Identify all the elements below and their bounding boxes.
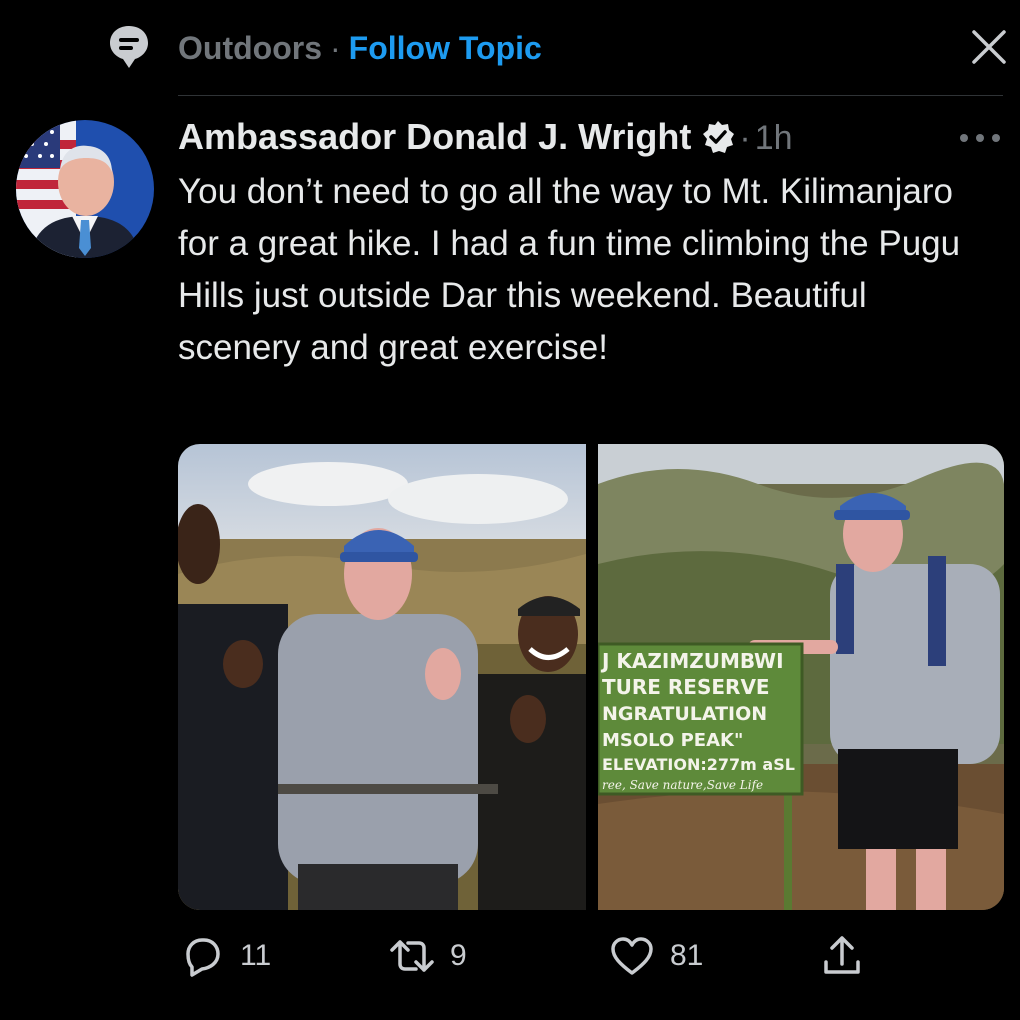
like-button[interactable]: 81 — [608, 928, 703, 984]
photo-group-thumbs-up[interactable] — [178, 444, 586, 910]
share-button[interactable] — [818, 928, 866, 984]
reply-button[interactable]: 11 — [178, 928, 271, 984]
topic-name[interactable]: Outdoors — [178, 30, 322, 66]
media-grid: J KAZIMZUMBWI TURE RESERVE NGRATULATION … — [178, 444, 1004, 910]
retweet-button[interactable]: 9 — [388, 928, 467, 984]
sign-line-6: ree, Save nature,Save Life — [602, 778, 763, 792]
verified-badge-icon — [703, 121, 735, 153]
sign-line-1: J KAZIMZUMBWI — [600, 649, 784, 673]
photo-sign-image: J KAZIMZUMBWI TURE RESERVE NGRATULATION … — [598, 444, 1004, 910]
heart-icon — [611, 937, 653, 975]
tweet-header: Ambassador Donald J. Wright · 1h — [178, 112, 793, 162]
avatar[interactable] — [16, 120, 154, 258]
topic-line: Outdoors · Follow Topic — [178, 26, 542, 70]
sign-line-4: MSOLO PEAK" — [602, 730, 743, 751]
sign-line-5: ELEVATION:277m aSL — [602, 755, 795, 774]
retweet-icon — [390, 940, 434, 972]
photo-group-image — [178, 444, 586, 910]
follow-topic-link[interactable]: Follow Topic — [349, 30, 542, 66]
share-icon — [824, 936, 860, 974]
close-icon[interactable] — [968, 26, 1010, 68]
divider — [178, 95, 1003, 96]
like-count: 81 — [670, 939, 704, 972]
author-name[interactable]: Ambassador Donald J. Wright — [178, 116, 691, 157]
reply-icon — [186, 938, 220, 977]
avatar-image — [16, 120, 154, 258]
topic-pin-icon — [110, 26, 148, 68]
sign-line-3: NGRATULATION — [602, 703, 767, 725]
reply-count: 11 — [240, 939, 272, 972]
time-separator: · — [739, 119, 751, 157]
timestamp[interactable]: 1h — [755, 119, 793, 157]
topic-bar: Outdoors · Follow Topic — [0, 0, 1020, 96]
more-icon[interactable] — [958, 128, 1002, 148]
retweet-count: 9 — [450, 939, 467, 972]
action-bar: 11 9 81 — [178, 928, 998, 984]
photo-sign-peak[interactable]: J KAZIMZUMBWI TURE RESERVE NGRATULATION … — [598, 444, 1004, 910]
topic-separator: · — [329, 30, 341, 66]
sign-line-2: TURE RESERVE — [602, 675, 770, 699]
tweet-text: You don’t need to go all the way to Mt. … — [178, 172, 961, 367]
